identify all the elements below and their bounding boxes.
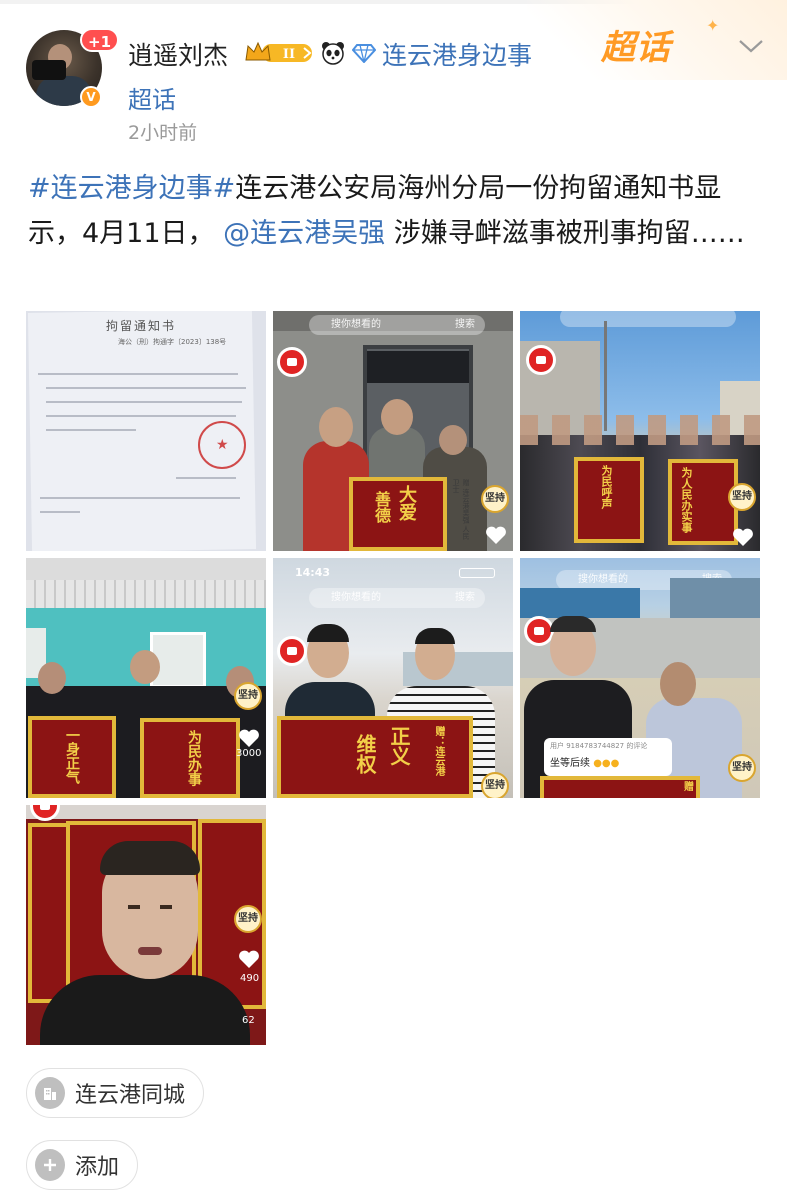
silk-banner: 为民呼声	[574, 457, 644, 543]
jianchi-badge: 坚持	[481, 772, 509, 798]
post-timestamp: 2小时前	[128, 122, 198, 144]
notification-badge: +1	[80, 28, 120, 52]
like-count: 490	[240, 973, 260, 984]
search-bar: 搜你想看的搜索	[309, 315, 485, 335]
location-chip[interactable]: 连云港同城	[26, 1068, 204, 1118]
comment-bubble: 用户 9184783744827 的评论 坐等后续 ●●●	[544, 738, 672, 776]
topic-link[interactable]: 连云港身边事	[382, 36, 532, 72]
search-bar	[560, 311, 736, 327]
post-image-2[interactable]: 搜你想看的 搜索 大爱 善德 赠 连云港吴强 人民卫士 坚持	[273, 311, 513, 551]
silk-banner: 正义 维权 赠：连云港	[277, 716, 473, 798]
live-icon	[277, 347, 307, 377]
banner-dedication: 赠 连云港吴强 人民卫士	[452, 479, 470, 540]
like-count: 3000	[236, 748, 262, 759]
add-chip[interactable]: 添加	[26, 1140, 138, 1190]
author-name[interactable]: 逍遥刘杰	[128, 36, 228, 72]
topic-type-label[interactable]: 超话	[128, 80, 176, 115]
post-text: #连云港身边事#连云港公安局海州分局一份拘留通知书显示，4月11日， @连云港吴…	[28, 166, 768, 256]
heart-icon	[239, 950, 259, 968]
jianchi-badge: 坚持	[728, 483, 756, 511]
add-chip-label: 添加	[74, 1155, 119, 1180]
verified-icon: V	[80, 86, 102, 108]
heart-icon	[733, 528, 753, 546]
hashtag-link[interactable]: #连云港身边事#	[28, 173, 235, 204]
post-image-3[interactable]: 为民呼声 为人民办实事 坚持	[520, 311, 760, 551]
status-time: 14:43	[295, 566, 331, 579]
jianchi-badge: 坚持	[728, 754, 756, 782]
silk-banner: 赠	[540, 776, 700, 798]
sparkle-icon: ✦	[706, 16, 720, 35]
silk-banner: 一身正气	[28, 716, 116, 798]
mention-link[interactable]: @连云港吴强	[223, 218, 385, 249]
chevron-down-icon[interactable]	[738, 38, 764, 54]
post-image-7[interactable]: 坚持 490 62	[26, 805, 266, 1045]
building-icon	[35, 1077, 65, 1109]
post-text-body-2: 涉嫌寻衅滋事被刑事拘留……	[385, 218, 745, 249]
silk-banner: 大爱 善德	[349, 477, 447, 551]
post-image-5[interactable]: 14:43 搜你想看的 搜索 正义 维权 赠：连云港 坚持	[273, 558, 513, 798]
jianchi-badge: 坚持	[234, 682, 262, 710]
document-title: 拘留通知书	[106, 319, 177, 333]
silk-banner: 为人民办实事	[668, 459, 738, 545]
jianchi-badge: 坚持	[234, 905, 262, 933]
document-number: 海公（刑）拘通字〔2023〕138号	[118, 338, 227, 346]
live-icon	[526, 345, 556, 375]
silk-banner: 为民办事	[140, 718, 240, 798]
diamond-icon[interactable]	[352, 43, 376, 63]
heart-icon	[486, 526, 506, 544]
crown-level-badge-icon[interactable]: II	[244, 40, 316, 66]
post-image-1[interactable]: 拘留通知书 海公（刑）拘通字〔2023〕138号 ★	[26, 311, 266, 551]
heart-icon	[239, 729, 259, 747]
panda-icon[interactable]	[320, 40, 346, 66]
svg-text:II: II	[283, 47, 295, 62]
live-icon	[277, 636, 307, 666]
post-image-4[interactable]: 一身正气 为民办事 坚持 3000	[26, 558, 266, 798]
plus-icon	[35, 1149, 65, 1181]
search-bar: 搜你想看的搜索	[309, 588, 485, 608]
location-chip-label: 连云港同城	[74, 1083, 185, 1108]
comment-count: 62	[242, 1015, 255, 1026]
jianchi-badge: 坚持	[481, 485, 509, 513]
chaohua-logo: 超话	[601, 28, 671, 68]
post-image-6[interactable]: 搜你想看的搜索 用户 9184783744827 的评论 坐等后续 ●●● 赠 …	[520, 558, 760, 798]
